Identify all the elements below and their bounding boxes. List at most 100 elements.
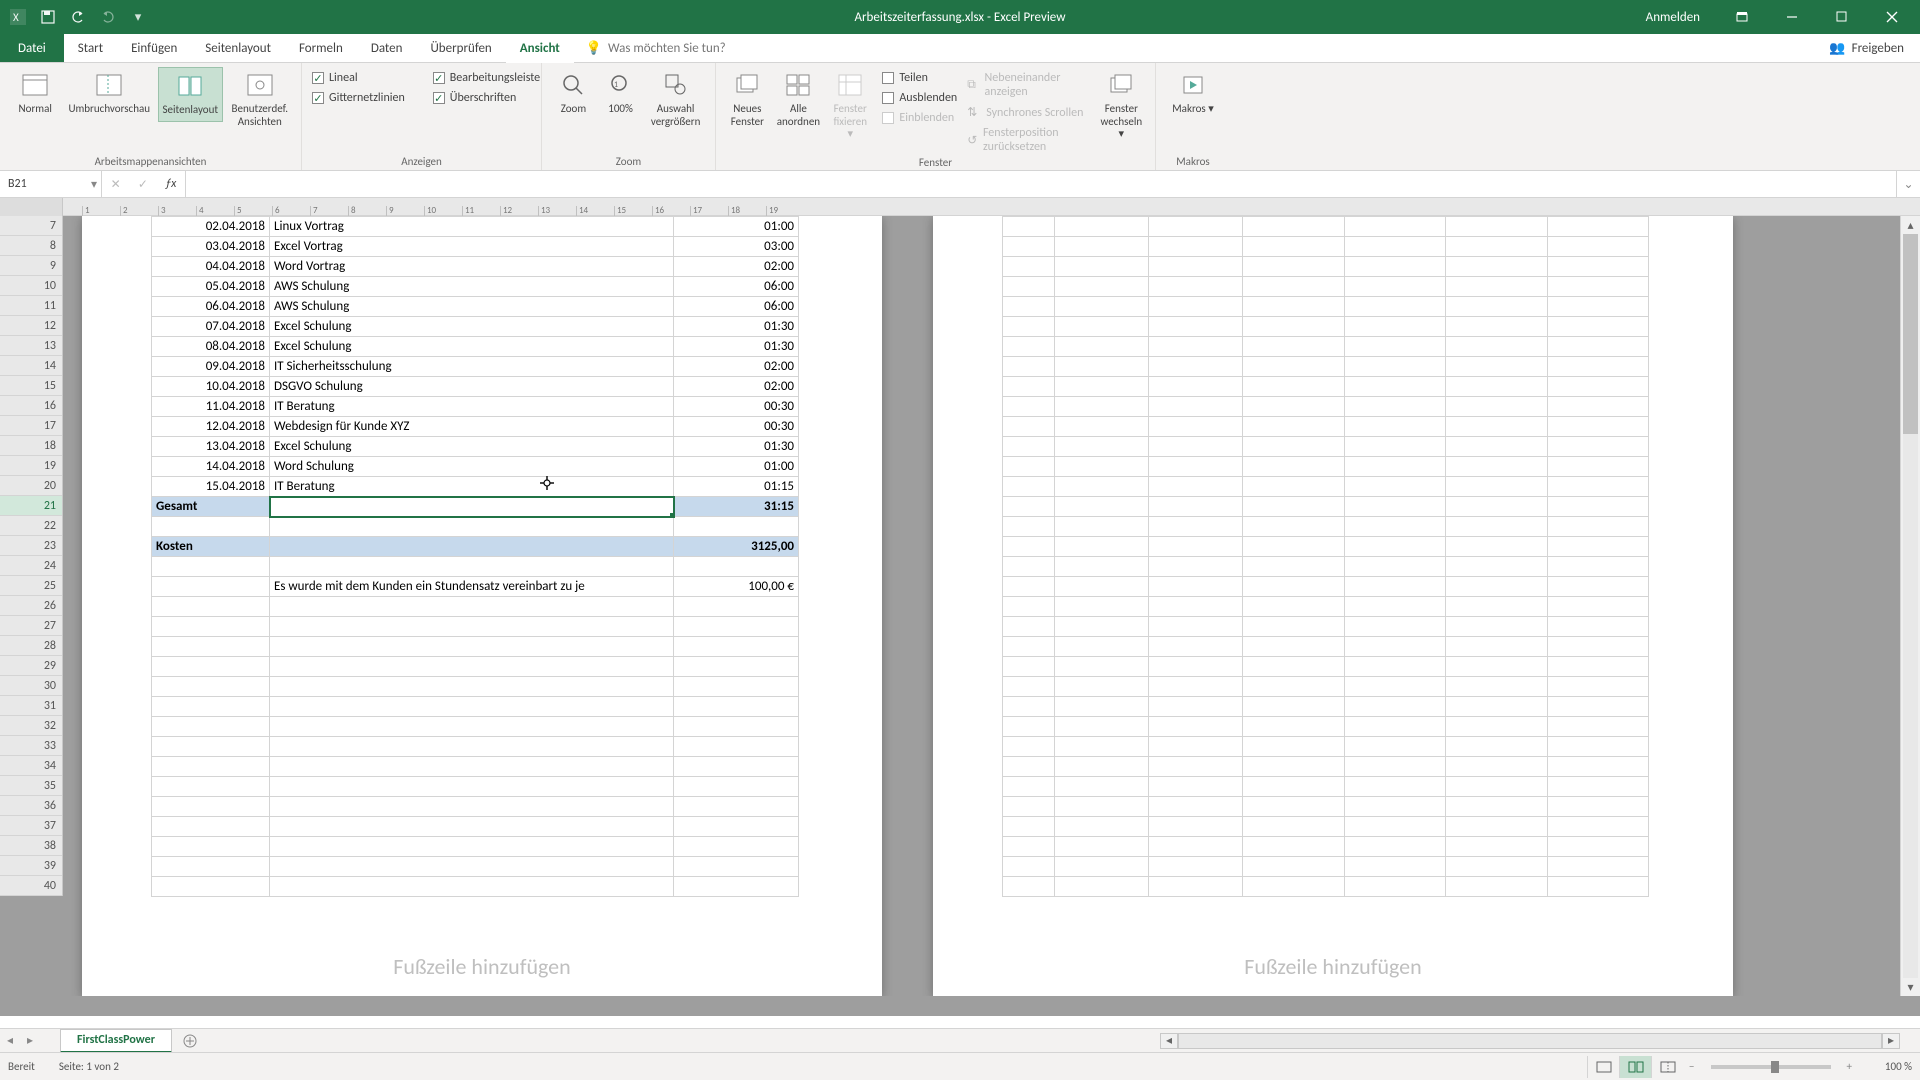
cell[interactable] xyxy=(674,757,799,777)
horizontal-scrollbar[interactable]: ◂ ▸ xyxy=(1160,1033,1920,1049)
cell[interactable] xyxy=(674,817,799,837)
row-header-7[interactable]: 7 xyxy=(0,216,62,236)
cell[interactable] xyxy=(270,657,674,677)
cell[interactable] xyxy=(1003,357,1055,377)
table-row[interactable] xyxy=(1003,857,1649,877)
cell[interactable] xyxy=(674,857,799,877)
table-row[interactable]: 03.04.2018Excel Vortrag03:00 xyxy=(152,237,799,257)
cell[interactable] xyxy=(1344,357,1445,377)
row-header-24[interactable]: 24 xyxy=(0,556,62,576)
cell[interactable] xyxy=(1344,577,1445,597)
cell[interactable] xyxy=(270,557,674,577)
cell[interactable]: 00:30 xyxy=(674,397,799,417)
table-row[interactable] xyxy=(152,617,799,637)
cell[interactable] xyxy=(1149,357,1243,377)
cell[interactable]: 05.04.2018 xyxy=(152,277,270,297)
table-row[interactable] xyxy=(1003,817,1649,837)
cell[interactable]: 11.04.2018 xyxy=(152,397,270,417)
cell[interactable] xyxy=(1344,617,1445,637)
cell[interactable] xyxy=(674,597,799,617)
cell[interactable] xyxy=(1446,317,1547,337)
cell[interactable] xyxy=(270,777,674,797)
cell[interactable] xyxy=(1344,557,1445,577)
table-row[interactable]: 14.04.2018Word Schulung01:00 xyxy=(152,457,799,477)
row-header-32[interactable]: 32 xyxy=(0,716,62,736)
cell[interactable] xyxy=(1243,217,1344,237)
share-button[interactable]: 👥 Freigeben xyxy=(1813,34,1920,62)
cell[interactable] xyxy=(152,697,270,717)
cell[interactable] xyxy=(1344,397,1445,417)
menu-einfügen[interactable]: Einfügen xyxy=(117,34,191,62)
cell[interactable] xyxy=(1446,257,1547,277)
zoom-in-button[interactable]: + xyxy=(1847,1060,1852,1073)
chk-split[interactable]: Teilen xyxy=(882,71,957,85)
cell[interactable] xyxy=(1243,257,1344,277)
cell[interactable] xyxy=(152,617,270,637)
cell[interactable] xyxy=(1149,717,1243,737)
table-row[interactable] xyxy=(1003,297,1649,317)
cell[interactable] xyxy=(152,557,270,577)
cell[interactable] xyxy=(270,817,674,837)
cell[interactable] xyxy=(1054,217,1148,237)
row-header-12[interactable]: 12 xyxy=(0,316,62,336)
table-row[interactable] xyxy=(152,597,799,617)
cell[interactable] xyxy=(152,757,270,777)
cell[interactable] xyxy=(1243,817,1344,837)
cell[interactable] xyxy=(1003,617,1055,637)
cell[interactable] xyxy=(1054,737,1148,757)
view-normal-button[interactable]: Normal xyxy=(10,67,60,120)
cell[interactable] xyxy=(1344,457,1445,477)
cell[interactable] xyxy=(1446,797,1547,817)
cell[interactable]: 08.04.2018 xyxy=(152,337,270,357)
cell[interactable]: 03:00 xyxy=(674,237,799,257)
cell[interactable]: IT Beratung xyxy=(270,397,674,417)
cell[interactable] xyxy=(152,877,270,897)
cell[interactable] xyxy=(1054,337,1148,357)
cell[interactable] xyxy=(1149,397,1243,417)
cell[interactable] xyxy=(1446,477,1547,497)
cell[interactable] xyxy=(1054,357,1148,377)
cell[interactable] xyxy=(1547,297,1648,317)
cell[interactable] xyxy=(1446,877,1547,897)
cell[interactable] xyxy=(1054,297,1148,317)
cell[interactable] xyxy=(1243,777,1344,797)
cell[interactable] xyxy=(1344,857,1445,877)
cell[interactable]: Excel Schulung xyxy=(270,437,674,457)
table-row[interactable] xyxy=(152,817,799,837)
cell[interactable] xyxy=(1149,757,1243,777)
cell[interactable] xyxy=(1003,437,1055,457)
table-row[interactable] xyxy=(1003,677,1649,697)
cell[interactable] xyxy=(1149,697,1243,717)
cell[interactable] xyxy=(1243,357,1344,377)
chk-gridlines[interactable]: Gitternetzlinien xyxy=(312,91,405,105)
cell[interactable] xyxy=(270,717,674,737)
cell[interactable] xyxy=(1547,877,1648,897)
row-header-39[interactable]: 39 xyxy=(0,856,62,876)
cell[interactable] xyxy=(1446,837,1547,857)
cell[interactable] xyxy=(1149,837,1243,857)
cell[interactable] xyxy=(1054,277,1148,297)
cell[interactable] xyxy=(1243,717,1344,737)
sign-in-link[interactable]: Anmelden xyxy=(1630,10,1716,25)
cell[interactable] xyxy=(1547,557,1648,577)
cell[interactable] xyxy=(1149,537,1243,557)
cell[interactable] xyxy=(1003,817,1055,837)
close-button[interactable] xyxy=(1868,0,1916,34)
row-header-38[interactable]: 38 xyxy=(0,836,62,856)
table-row[interactable] xyxy=(1003,597,1649,617)
cell[interactable] xyxy=(1344,337,1445,357)
cell[interactable] xyxy=(1003,297,1055,317)
cell[interactable]: 06:00 xyxy=(674,277,799,297)
cell[interactable] xyxy=(1003,637,1055,657)
cell[interactable]: 01:00 xyxy=(674,217,799,237)
table-row[interactable] xyxy=(1003,357,1649,377)
cell[interactable] xyxy=(270,837,674,857)
new-window-button[interactable]: Neues Fenster xyxy=(726,67,769,132)
cell[interactable] xyxy=(1054,317,1148,337)
row-header-21[interactable]: 21 xyxy=(0,496,62,516)
cell[interactable] xyxy=(1149,217,1243,237)
cell[interactable] xyxy=(270,617,674,637)
cell[interactable] xyxy=(1243,337,1344,357)
cell[interactable] xyxy=(1054,577,1148,597)
cell[interactable] xyxy=(1149,597,1243,617)
